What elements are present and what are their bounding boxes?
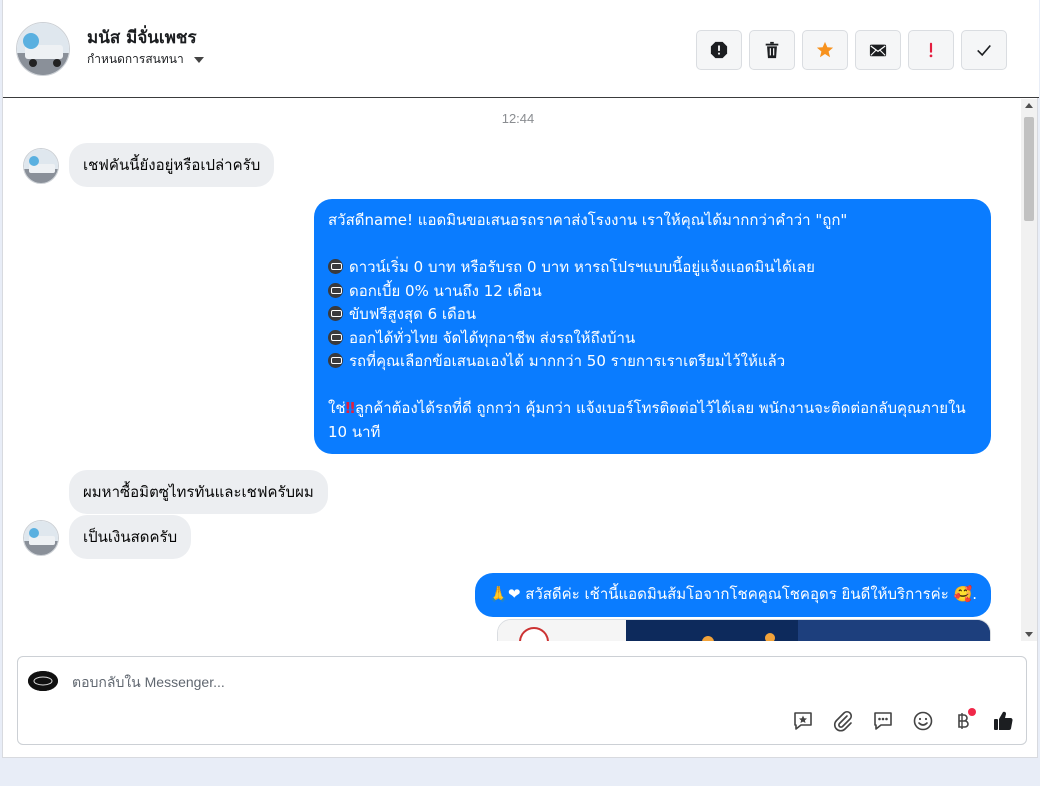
scroll-down-arrow-icon[interactable] xyxy=(1025,632,1033,637)
header-actions xyxy=(696,30,1007,70)
envelope-icon xyxy=(869,44,887,57)
pray-heart-emoji: 🙏❤ xyxy=(489,585,521,603)
message-bullet: ออกได้ทั่วไทย จัดได้ทุกอาชีพ ส่งรถให้ถึง… xyxy=(328,327,977,351)
message-dots-icon xyxy=(874,712,892,730)
checkmark-icon xyxy=(977,44,991,57)
notification-dot xyxy=(968,708,976,716)
incoming-message[interactable]: เป็นเงินสดครับ xyxy=(69,515,192,559)
composer-tools xyxy=(790,708,1016,734)
star-button[interactable] xyxy=(802,30,848,70)
chat-scrollbar[interactable] xyxy=(1021,99,1037,641)
mark-done-button[interactable] xyxy=(961,30,1007,70)
caret-down-icon xyxy=(193,56,204,63)
car-icon xyxy=(328,353,343,368)
double-exclamation-icon: ‼ xyxy=(345,399,355,417)
outgoing-message[interactable]: สวัสดีname! แอดมินขอเสนอรถราคาส่งโรงงาน … xyxy=(314,199,991,454)
assign-label: กำหนดการสนทนา xyxy=(87,52,184,66)
alert-octagon-icon xyxy=(710,41,728,59)
like-button[interactable] xyxy=(990,708,1016,734)
message-bullet: ดอกเบี้ย 0% นานถึง 12 เดือน xyxy=(328,280,977,304)
car-icon xyxy=(328,282,343,298)
image-attachment[interactable] xyxy=(497,619,991,641)
paperclip-icon xyxy=(834,710,853,732)
page-avatar xyxy=(28,671,58,691)
mark-spam-button[interactable] xyxy=(696,30,742,70)
sender-avatar xyxy=(23,148,59,184)
car-icon xyxy=(328,306,343,321)
message-line: สวัสดีname! แอดมินขอเสนอรถราคาส่งโรงงาน … xyxy=(328,211,848,229)
message-bullet: รถที่คุณเลือกข้อเสนอเองได้ มากกว่า 50 รา… xyxy=(328,350,977,374)
message-bullet: ดาวน์เริ่ม 0 บาท หรือรับรถ 0 บาท หารถโปร… xyxy=(328,256,977,280)
payment-button[interactable] xyxy=(950,708,976,734)
contact-name[interactable]: มนัส มีจั่นเพชร xyxy=(87,24,197,51)
saved-reply-button[interactable] xyxy=(790,708,816,734)
thumbs-up-icon xyxy=(994,711,1013,731)
quick-replies-button[interactable] xyxy=(870,708,896,734)
message-timestamp: 12:44 xyxy=(501,111,535,126)
assign-conversation-dropdown[interactable]: กำหนดการสนทนา xyxy=(87,50,204,69)
exclamation-icon xyxy=(929,42,933,58)
incoming-message[interactable]: ผมหาซื้อมิตซูไทรทันและเชฟครับผม xyxy=(69,470,328,514)
star-icon xyxy=(816,41,834,58)
message-thread[interactable]: 12:44 เชฟคันนี้ยังอยู่หรือเปล่าครับ สวัส… xyxy=(3,99,1023,641)
reply-composer xyxy=(17,656,1027,745)
conversation-header: มนัส มีจั่นเพชร กำหนดการสนทนา xyxy=(3,0,1039,98)
smiley-icon xyxy=(913,711,933,731)
message-bullet: ขับฟรีสูงสุด 6 เดือน xyxy=(328,303,977,327)
reply-input[interactable] xyxy=(72,671,772,693)
attach-file-button[interactable] xyxy=(830,708,856,734)
sender-avatar xyxy=(23,520,59,556)
car-icon xyxy=(328,259,343,274)
message-closing: ใช่‼ลูกค้าต้องได้รถที่ดี ถูกกว่า คุ้มกว่… xyxy=(328,399,966,441)
car-icon xyxy=(328,329,343,345)
mark-important-button[interactable] xyxy=(908,30,954,70)
mark-unread-button[interactable] xyxy=(855,30,901,70)
message-star-icon xyxy=(794,712,812,730)
scrollbar-thumb[interactable] xyxy=(1024,117,1034,221)
incoming-message[interactable]: เชฟคันนี้ยังอยู่หรือเปล่าครับ xyxy=(69,143,275,187)
smiling-hearts-emoji: 🥰. xyxy=(953,585,977,603)
outgoing-message[interactable]: 🙏❤ สวัสดีค่ะ เช้านี้แอดมินส้มโอจากโชคคูณ… xyxy=(475,573,991,617)
scroll-up-arrow-icon[interactable] xyxy=(1025,103,1033,108)
contact-avatar[interactable] xyxy=(16,22,70,76)
trash-icon xyxy=(765,41,779,59)
conversation-panel: มนัส มีจั่นเพชร กำหนดการสนทนา 12:44 เชฟค… xyxy=(2,0,1039,758)
emoji-button[interactable] xyxy=(910,708,936,734)
delete-button[interactable] xyxy=(749,30,795,70)
